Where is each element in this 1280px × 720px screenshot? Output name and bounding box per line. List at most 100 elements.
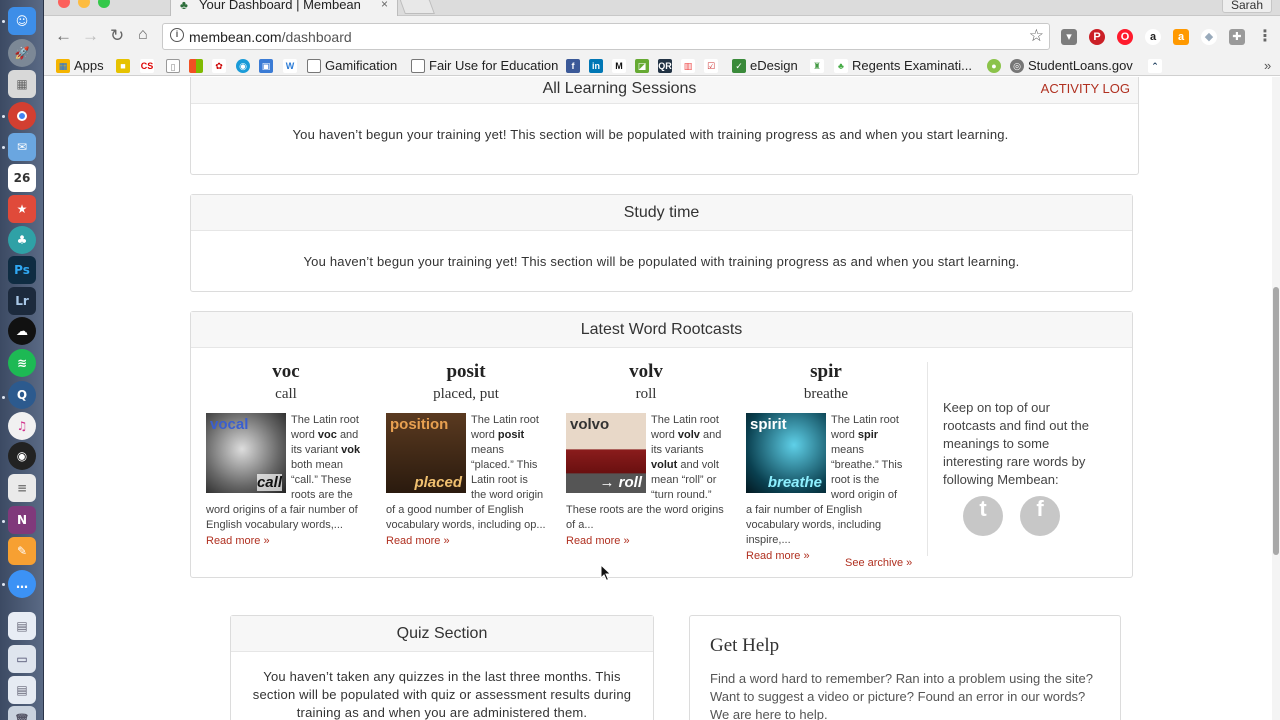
bookmarks-overflow-icon[interactable]: » [1264, 58, 1271, 73]
bookmark-folder-yellow-icon[interactable]: ■ [116, 59, 130, 73]
see-archive-link[interactable]: See archive » [845, 557, 912, 569]
cloud-app-icon[interactable]: ☁ [8, 317, 36, 345]
follow-text: Keep on top of our rootcasts and find ou… [943, 400, 1089, 487]
bookmark-tool-icon[interactable]: ◪ [635, 59, 649, 73]
bookmark-w-icon[interactable]: W [283, 59, 297, 73]
rootcast-image[interactable]: vocal call [206, 413, 286, 493]
apps-grid-icon: ▦ [56, 58, 70, 73]
facebook-icon[interactable]: f [1020, 496, 1060, 536]
file-icon[interactable]: ▤ [8, 612, 36, 640]
bookmark-windows-icon[interactable] [189, 59, 203, 73]
forward-icon[interactable]: → [82, 26, 99, 46]
linkedin-bookmark-icon[interactable]: in [589, 59, 603, 73]
rootcast-image[interactable]: spirit breathe [746, 413, 826, 493]
rootcast-root[interactable]: posit [386, 361, 546, 383]
file-icon-2[interactable]: ▤ [8, 676, 36, 704]
onenote-icon[interactable]: N [8, 506, 36, 534]
rootcast-meaning: roll [635, 386, 657, 402]
bookmark-pin-icon[interactable]: ◉ [236, 59, 250, 73]
puzzle-extension-icon[interactable]: ✚ [1229, 29, 1245, 45]
mail-icon[interactable]: ✉ [8, 133, 36, 161]
finder-icon[interactable]: ☺ [8, 7, 36, 35]
bookmark-studentloans[interactable]: ◎ StudentLoans.gov [1010, 58, 1133, 73]
tree-app-icon[interactable]: ♣ [8, 226, 36, 254]
reload-icon[interactable]: ↻ [110, 26, 124, 46]
bookmark-gamification[interactable]: Gamification [307, 58, 397, 73]
activity-log-link[interactable]: ACTIVITY LOG [1041, 77, 1130, 107]
image-caption: volvo [570, 416, 610, 433]
bookmark-star-icon[interactable]: ☆ [1029, 26, 1044, 46]
tab-dashboard[interactable]: ♣ Your Dashboard | Membean × [170, 0, 398, 16]
rootcast-root[interactable]: spir [746, 361, 906, 383]
menu-icon[interactable]: ⋮ [1257, 29, 1273, 45]
tab-close-icon[interactable]: × [381, 0, 388, 11]
minimize-window-icon[interactable] [78, 0, 90, 8]
medium-bookmark-icon[interactable]: M [612, 59, 626, 73]
read-more-link[interactable]: Read more » [566, 534, 726, 549]
url-path: /dashboard [281, 29, 352, 45]
profile-button[interactable]: Sarah [1221, 0, 1272, 13]
messages-icon[interactable]: … [8, 570, 36, 598]
photoshop-icon[interactable]: Ps [8, 256, 36, 284]
back-icon[interactable]: ← [55, 26, 72, 46]
page-scrollbar[interactable] [1272, 77, 1280, 720]
lightroom-icon[interactable]: Lr [8, 287, 36, 315]
pocket-icon[interactable]: ▾ [1061, 29, 1077, 45]
maximize-window-icon[interactable] [98, 0, 110, 8]
image-caption: call [256, 474, 282, 491]
opera-icon[interactable]: O [1117, 29, 1133, 45]
pages-icon[interactable]: ✎ [8, 537, 36, 565]
bookmark-calendar-icon[interactable]: ▣ [259, 59, 273, 73]
quicktime-icon[interactable]: Q [8, 381, 36, 409]
bookmark-robot-icon[interactable]: ♜ [810, 59, 824, 73]
amazon-assistant-icon[interactable]: a [1173, 29, 1189, 45]
twitter-icon[interactable]: t [963, 496, 1003, 536]
camera-app-icon[interactable]: ◉ [8, 442, 36, 470]
bookmark-regents[interactable]: ♣ Regents Examinati... [834, 58, 972, 73]
spotify-icon[interactable]: ≋ [8, 349, 36, 377]
bookmark-fair-use[interactable]: Fair Use for Education [411, 58, 558, 73]
address-bar[interactable]: i membean.com/dashboard ☆ [162, 23, 1050, 50]
star-app-icon[interactable]: ★ [8, 195, 36, 223]
scrollbar-thumb[interactable] [1273, 287, 1279, 555]
bookmark-cs-icon[interactable]: CS [140, 59, 154, 73]
site-info-icon[interactable]: i [170, 28, 184, 42]
trash-icon[interactable]: 🗑 [8, 706, 36, 720]
new-tab-button[interactable] [399, 0, 435, 14]
learning-sessions-title: All Learning Sessions [542, 80, 697, 97]
rootcast-image[interactable]: volvo → roll [566, 413, 646, 493]
launchpad-icon[interactable]: 🚀 [8, 39, 36, 67]
membean-favicon-icon: ♣ [180, 0, 188, 12]
bookmark-apps[interactable]: ▦ Apps [56, 58, 104, 73]
bookmark-edesign[interactable]: ✓ eDesign [732, 58, 798, 73]
calendar-icon[interactable]: 26 [8, 164, 36, 192]
read-more-link[interactable]: Read more » [206, 534, 366, 549]
bookmark-green-icon[interactable]: ● [987, 59, 1001, 73]
bookmark-label: Apps [74, 58, 104, 73]
amazon-icon[interactable]: a [1145, 29, 1161, 45]
bookmark-page-icon[interactable]: ▯ [166, 59, 180, 73]
close-window-icon[interactable] [58, 0, 70, 8]
facebook-bookmark-icon[interactable]: f [566, 59, 580, 73]
document-app-icon[interactable]: ≡ [8, 474, 36, 502]
image-caption: placed [414, 474, 462, 491]
bookmark-chart-icon[interactable]: ▥ [681, 59, 695, 73]
bookmark-qr-icon[interactable]: QR [658, 59, 672, 73]
bookmark-checklist-icon[interactable]: ☑ [704, 59, 718, 73]
pinterest-icon[interactable]: P [1089, 29, 1105, 45]
seal-icon: ◎ [1010, 58, 1024, 73]
grid-app-icon[interactable]: ▦ [8, 70, 36, 98]
rootcast-image[interactable]: position placed [386, 413, 466, 493]
rootcast-root[interactable]: voc [206, 361, 366, 383]
bookmark-arrow-icon[interactable]: ⌃ [1148, 59, 1162, 73]
itunes-icon[interactable]: ♫ [8, 412, 36, 440]
panel-header: Latest Word Rootcasts [191, 312, 1132, 348]
bookmark-leaf-icon[interactable]: ✿ [212, 59, 226, 73]
home-icon[interactable]: ⌂ [138, 26, 148, 44]
read-more-link[interactable]: Read more » [386, 534, 546, 549]
rootcast-root[interactable]: volv [566, 361, 726, 383]
dropbox-icon[interactable]: ◆ [1201, 29, 1217, 45]
window-icon[interactable]: ▭ [8, 645, 36, 673]
study-time-panel: Study time You haven’t begun your traini… [190, 194, 1133, 292]
chrome-icon[interactable] [8, 102, 36, 130]
